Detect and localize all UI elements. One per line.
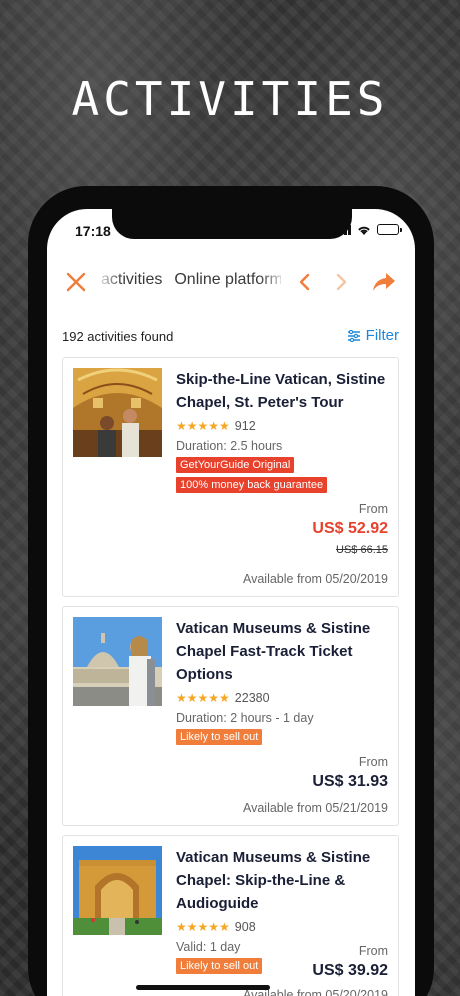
star-rating-icon: ★★★★★ — [176, 691, 230, 705]
activity-thumbnail — [73, 617, 162, 706]
filter-button[interactable]: Filter — [347, 327, 399, 344]
activity-card[interactable]: Skip-the-Line Vatican, Sistine Chapel, S… — [62, 357, 399, 597]
price: US$ 52.92 — [312, 520, 388, 537]
activity-info: Skip-the-Line Vatican, Sistine Chapel, S… — [176, 368, 388, 493]
page-headline: ACTIVITIES — [71, 72, 389, 126]
star-rating-icon: ★★★★★ — [176, 419, 230, 433]
phone-notch — [112, 209, 352, 239]
home-indicator — [136, 985, 270, 990]
from-label: From — [358, 755, 388, 769]
review-count: 912 — [234, 419, 256, 433]
from-label: From — [358, 944, 388, 958]
battery-icon — [377, 224, 402, 235]
toolbar: activities Online platform — [47, 267, 415, 297]
price: US$ 39.92 — [312, 962, 388, 979]
availability: Available from 05/20/2019 — [242, 572, 388, 586]
filter-label: Filter — [365, 327, 399, 344]
activity-duration: Duration: 2 hours - 1 day — [176, 711, 314, 725]
review-count: 22380 — [234, 691, 270, 705]
chevron-right-icon[interactable] — [335, 272, 349, 292]
rating-row: ★★★★★ 912 — [176, 419, 388, 433]
activity-title[interactable]: Vatican Museums & Sistine Chapel Fast-Tr… — [176, 617, 388, 686]
wifi-icon — [358, 226, 370, 235]
sell-out-badge: Likely to sell out — [176, 958, 263, 974]
activity-title[interactable]: Skip-the-Line Vatican, Sistine Chapel, S… — [176, 368, 388, 414]
price: US$ 31.93 — [312, 773, 388, 790]
status-time: 17:18 — [75, 223, 111, 239]
activity-thumbnail — [73, 368, 162, 457]
tab-online-platform[interactable]: Online platform — [174, 271, 281, 289]
activity-card[interactable]: Vatican Museums & Sistine Chapel Fast-Tr… — [62, 606, 399, 826]
results-count: 192 activities found — [62, 329, 174, 344]
rating-row: ★★★★★ 908 — [176, 920, 388, 934]
review-count: 908 — [234, 920, 256, 934]
rating-row: ★★★★★ 22380 — [176, 691, 388, 705]
chevron-left-icon[interactable] — [297, 272, 311, 292]
phone-frame: 17:18 activities Online platform 192 act… — [28, 186, 434, 996]
tab-activities[interactable]: activities — [101, 271, 162, 289]
old-price: US$ 66.15 — [336, 544, 388, 556]
results-header: 192 activities found Filter — [62, 327, 399, 347]
close-icon[interactable] — [65, 271, 87, 293]
tab-strip: activities Online platform — [101, 271, 281, 295]
price-block: From US$ 52.92 US$ 66.15 — [312, 502, 388, 556]
app-screen: 17:18 activities Online platform 192 act… — [47, 209, 415, 996]
original-badge: GetYourGuide Original — [176, 457, 295, 473]
share-icon[interactable] — [371, 270, 397, 294]
star-rating-icon: ★★★★★ — [176, 920, 230, 934]
activity-title[interactable]: Vatican Museums & Sistine Chapel: Skip-t… — [176, 846, 388, 915]
price-block: From US$ 31.93 — [312, 755, 388, 791]
price-block: From US$ 39.92 — [312, 944, 388, 980]
activity-thumbnail — [73, 846, 162, 935]
from-label: From — [358, 502, 388, 516]
filter-icon — [347, 329, 360, 342]
guarantee-badge: 100% money back guarantee — [176, 477, 328, 493]
activity-card[interactable]: Vatican Museums & Sistine Chapel: Skip-t… — [62, 835, 399, 996]
activity-info: Vatican Museums & Sistine Chapel Fast-Tr… — [176, 617, 388, 745]
availability: Available from 05/21/2019 — [242, 801, 388, 815]
sell-out-badge: Likely to sell out — [176, 729, 263, 745]
activity-duration: Duration: 2.5 hours — [176, 439, 283, 453]
